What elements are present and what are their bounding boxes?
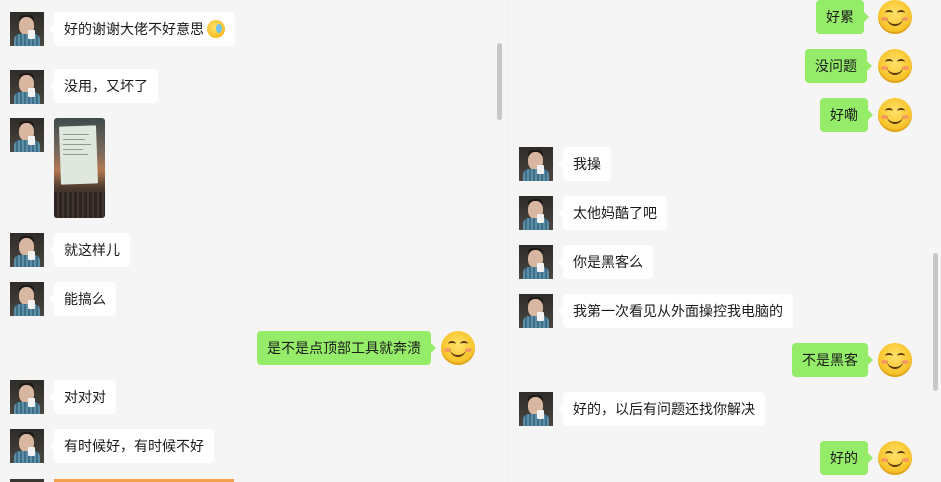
message-text: 我操 bbox=[573, 156, 601, 172]
contact-avatar[interactable] bbox=[10, 429, 44, 463]
message-text: 能搞么 bbox=[64, 291, 106, 307]
message-bubble[interactable]: 有时候好，有时候不好 bbox=[49, 429, 214, 463]
scrollbar[interactable] bbox=[933, 253, 938, 391]
message-bubble[interactable]: 太他妈酷了吧 bbox=[558, 196, 667, 230]
message-text: 好的谢谢大佬不好意思 bbox=[64, 21, 204, 37]
message-text: 太他妈酷了吧 bbox=[573, 205, 657, 221]
message-text: 不是黑客 bbox=[802, 352, 858, 368]
message-text: 对对对 bbox=[64, 389, 106, 405]
message-text: 好的 bbox=[830, 450, 858, 466]
contact-avatar[interactable] bbox=[519, 392, 553, 426]
message-bubble[interactable]: 是不是点顶部工具就奔溃 bbox=[257, 331, 436, 365]
contact-avatar[interactable] bbox=[519, 147, 553, 181]
face-with-tears-emoji-icon bbox=[207, 20, 225, 38]
message-text: 有时候好，有时候不好 bbox=[64, 438, 204, 454]
smiling-face-avatar-icon[interactable] bbox=[878, 343, 912, 377]
smiling-face-avatar-icon[interactable] bbox=[441, 331, 475, 365]
message-text: 是不是点顶部工具就奔溃 bbox=[267, 340, 421, 356]
message-bubble[interactable]: 好的 bbox=[820, 441, 873, 475]
smiling-face-avatar-icon[interactable] bbox=[878, 0, 912, 34]
left-chat-pane[interactable]: 好的谢谢大佬不好意思 没用，又坏了 就这样儿 能搞么 是不是点顶部工具就奔溃 对… bbox=[0, 0, 508, 482]
contact-avatar[interactable] bbox=[519, 294, 553, 328]
smiling-face-avatar-icon[interactable] bbox=[878, 49, 912, 83]
message-text: 你是黑客么 bbox=[573, 254, 643, 270]
contact-avatar[interactable] bbox=[10, 118, 44, 152]
message-text: 我第一次看见从外面操控我电脑的 bbox=[573, 303, 783, 319]
message-text: 没用，又坏了 bbox=[64, 78, 148, 94]
message-bubble[interactable]: 没用，又坏了 bbox=[49, 69, 158, 103]
message-bubble[interactable]: 好的谢谢大佬不好意思 bbox=[49, 12, 235, 46]
message-text: 就这样儿 bbox=[64, 242, 120, 258]
contact-avatar[interactable] bbox=[10, 233, 44, 267]
message-bubble[interactable]: 好嘞 bbox=[820, 98, 873, 132]
message-bubble[interactable]: 好累 bbox=[816, 0, 869, 34]
message-text: 好的，以后有问题还找你解决 bbox=[573, 401, 755, 417]
message-bubble[interactable]: 能搞么 bbox=[49, 282, 116, 316]
contact-avatar[interactable] bbox=[10, 380, 44, 414]
contact-avatar[interactable] bbox=[10, 12, 44, 46]
message-bubble[interactable]: 我操 bbox=[558, 147, 611, 181]
message-bubble[interactable]: 我第一次看见从外面操控我电脑的 bbox=[558, 294, 793, 328]
contact-avatar[interactable] bbox=[10, 282, 44, 316]
right-chat-pane[interactable]: 好累 没问题 好嘞 我操 太他妈酷了吧 你是黑客么 我第一次看见从外面操控我电脑… bbox=[508, 0, 941, 482]
smiling-face-avatar-icon[interactable] bbox=[878, 98, 912, 132]
message-bubble[interactable]: 就这样儿 bbox=[49, 233, 130, 267]
message-bubble[interactable]: 没问题 bbox=[805, 49, 872, 83]
message-bubble[interactable]: 好的，以后有问题还找你解决 bbox=[558, 392, 765, 426]
contact-avatar[interactable] bbox=[519, 245, 553, 279]
message-text: 好累 bbox=[826, 9, 854, 25]
message-bubble[interactable]: 你是黑客么 bbox=[558, 245, 653, 279]
message-text: 好嘞 bbox=[830, 107, 858, 123]
contact-avatar[interactable] bbox=[519, 196, 553, 230]
message-bubble[interactable]: 对对对 bbox=[49, 380, 116, 414]
message-bubble[interactable]: 不是黑客 bbox=[792, 343, 873, 377]
laptop-screen-photo[interactable] bbox=[54, 118, 105, 218]
scrollbar[interactable] bbox=[497, 43, 502, 120]
contact-avatar[interactable] bbox=[10, 70, 44, 104]
message-text: 没问题 bbox=[815, 58, 857, 74]
smiling-face-avatar-icon[interactable] bbox=[878, 441, 912, 475]
